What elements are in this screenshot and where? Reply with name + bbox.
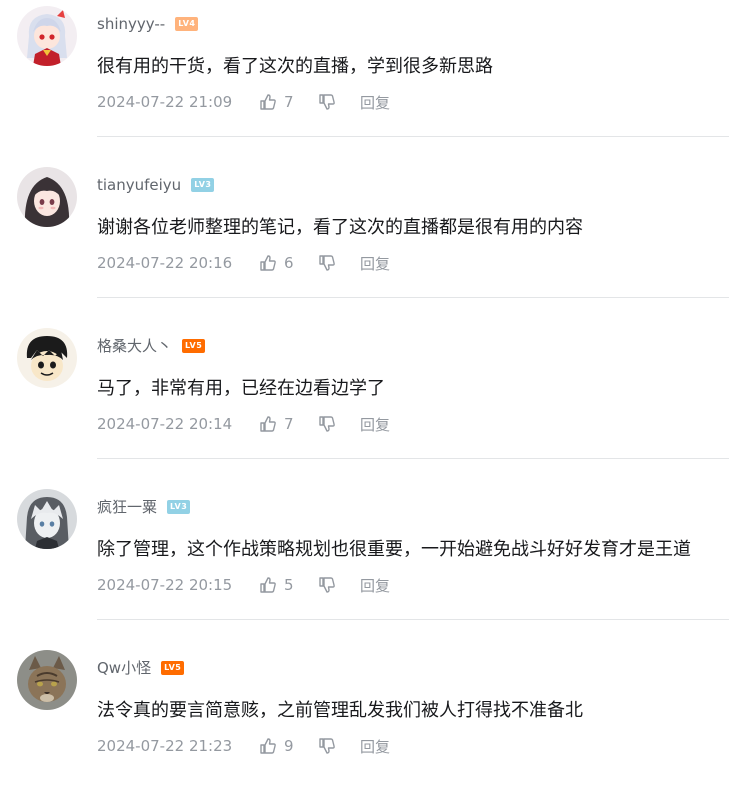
comment-time: 2024-07-22 20:15 — [97, 576, 233, 594]
divider — [97, 136, 729, 137]
anime-girl-avatar[interactable] — [17, 6, 77, 66]
comment-item: tianyufeiyu LV3 谢谢各位老师整理的笔记，看了这次的直播都是很有用… — [0, 161, 729, 322]
comment-text: 很有用的干货，看了这次的直播，学到很多新思路 — [97, 56, 493, 77]
username[interactable]: tianyufeiyu — [97, 173, 181, 197]
username[interactable]: 格桑大人丶 — [97, 334, 172, 358]
username[interactable]: shinyyy-- — [97, 12, 165, 36]
level-badge: LV3 — [191, 178, 215, 192]
level-badge: LV3 — [167, 500, 191, 514]
thumbs-down-icon[interactable] — [318, 576, 360, 594]
comment-text: 法令真的要言简意赅，之前管理乱发我们被人打得找不准备北 — [97, 700, 583, 721]
thumbs-down-icon[interactable] — [318, 93, 360, 111]
thumbs-up-icon[interactable] — [259, 415, 277, 433]
reply-button[interactable]: 回复 — [360, 414, 390, 435]
like-count: 7 — [284, 93, 294, 111]
comment-time: 2024-07-22 20:16 — [97, 254, 233, 272]
comment-item: shinyyy-- LV4 很有用的干货，看了这次的直播，学到很多新思路 202… — [0, 0, 729, 161]
like-count: 9 — [284, 737, 294, 755]
divider — [97, 619, 729, 620]
dark-hair-girl-avatar[interactable] — [17, 167, 77, 227]
cartoon-boy-avatar[interactable] — [17, 328, 77, 388]
reply-button[interactable]: 回复 — [360, 575, 390, 596]
divider — [97, 297, 729, 298]
thumbs-down-icon[interactable] — [318, 415, 360, 433]
level-badge: LV5 — [182, 339, 206, 353]
comment-item: Qw小怪 LV5 法令真的要言简意赅，之前管理乱发我们被人打得找不准备北 202… — [0, 644, 729, 805]
comment-time: 2024-07-22 21:23 — [97, 737, 233, 755]
reply-button[interactable]: 回复 — [360, 92, 390, 113]
username[interactable]: Qw小怪 — [97, 656, 151, 680]
like-count: 7 — [284, 415, 294, 433]
thumbs-up-icon[interactable] — [259, 93, 277, 111]
comment-text: 马了，非常有用，已经在边看边学了 — [97, 378, 385, 399]
thumbs-down-icon[interactable] — [318, 254, 360, 272]
white-hair-boy-avatar[interactable] — [17, 489, 77, 549]
level-badge: LV4 — [175, 17, 199, 31]
reply-button[interactable]: 回复 — [360, 253, 390, 274]
thumbs-down-icon[interactable] — [318, 737, 360, 755]
comment-time: 2024-07-22 21:09 — [97, 93, 233, 111]
comment-item: 疯狂一粟 LV3 除了管理，这个作战策略规划也很重要，一开始避免战斗好好发育才是… — [0, 483, 729, 644]
thumbs-up-icon[interactable] — [259, 576, 277, 594]
thumbs-up-icon[interactable] — [259, 737, 277, 755]
comment-text: 除了管理，这个作战策略规划也很重要，一开始避免战斗好好发育才是王道 — [97, 539, 691, 560]
level-badge: LV5 — [161, 661, 185, 675]
reply-button[interactable]: 回复 — [360, 736, 390, 757]
thumbs-up-icon[interactable] — [259, 254, 277, 272]
like-count: 5 — [284, 576, 294, 594]
comment-item: 格桑大人丶 LV5 马了，非常有用，已经在边看边学了 2024-07-22 20… — [0, 322, 729, 483]
username[interactable]: 疯狂一粟 — [97, 495, 157, 519]
cat-avatar[interactable] — [17, 650, 77, 710]
like-count: 6 — [284, 254, 294, 272]
comment-text: 谢谢各位老师整理的笔记，看了这次的直播都是很有用的内容 — [97, 217, 583, 238]
comment-list: shinyyy-- LV4 很有用的干货，看了这次的直播，学到很多新思路 202… — [0, 0, 729, 805]
comment-time: 2024-07-22 20:14 — [97, 415, 233, 433]
divider — [97, 458, 729, 459]
